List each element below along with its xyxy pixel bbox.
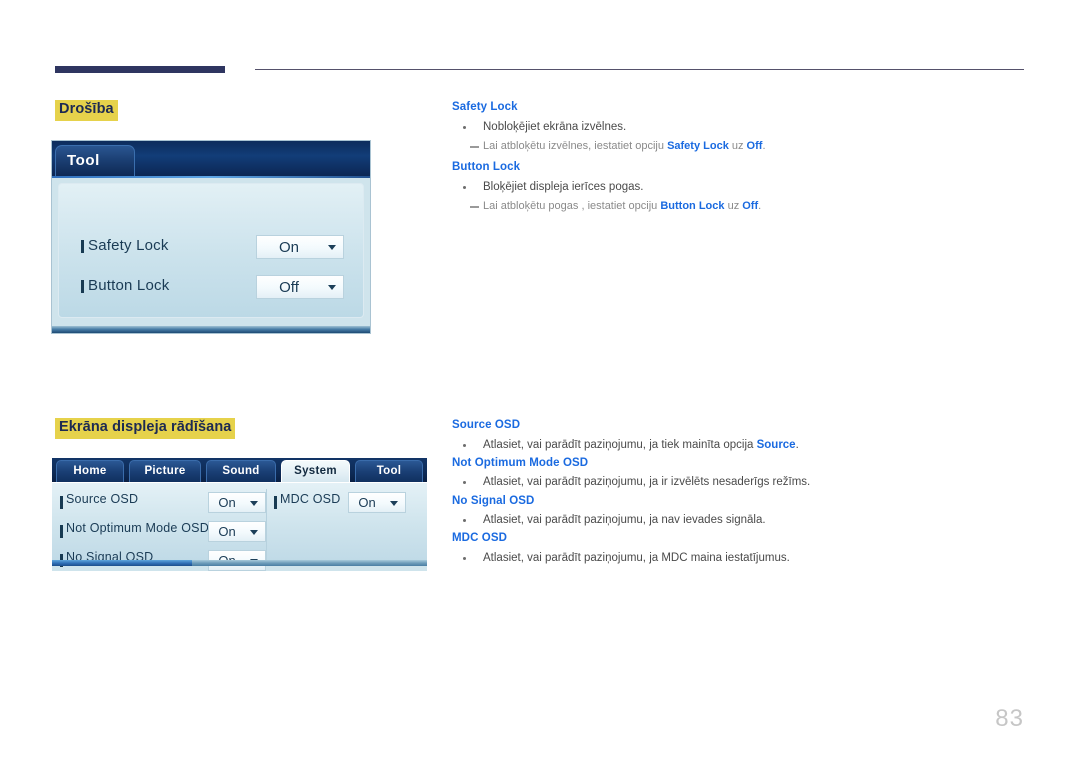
osd-system-footer (52, 560, 427, 566)
desc-note-safety-lock: Lai atbloķētu izvēlnes, iestatiet opciju… (452, 138, 1012, 155)
osd-row-mdc-osd: MDC OSD On (52, 491, 427, 521)
page-number: 83 (995, 705, 1024, 732)
desc-bullet-not-optimum-mode-osd: Atlasiet, vai parādīt paziņojumu, ja ir … (452, 474, 1012, 491)
osd-scrollbar[interactable] (52, 560, 192, 566)
desc-bullet-no-signal-osd: Atlasiet, vai parādīt paziņojumu, ja nav… (452, 512, 1012, 529)
osd-row-label: Not Optimum Mode OSD (66, 521, 209, 535)
osd-tab-label: Home (73, 465, 107, 477)
osd-row-button-lock: Button Lock Off (59, 274, 363, 304)
desc-bullet-safety-lock: Nobloķējiet ekrāna izvēlnes. (452, 119, 1012, 136)
chevron-down-icon (250, 530, 258, 535)
chevron-down-icon (390, 501, 398, 506)
osd-system-body: Source OSD On Not Optimum Mode OSD On No… (52, 482, 427, 571)
osd-tab-home[interactable]: Home (56, 460, 124, 482)
row-marker-icon (81, 280, 84, 293)
osd-select-value: On (358, 495, 376, 510)
osd-select-mdc-osd[interactable]: On (348, 492, 406, 513)
desc-title-not-optimum-mode-osd: Not Optimum Mode OSD (452, 456, 589, 469)
desc-bullet-term: Source (756, 438, 796, 451)
osd-tab-system[interactable]: System (281, 460, 350, 482)
desc-bullet-mdc-osd: Atlasiet, vai parādīt paziņojumu, ja MDC… (452, 550, 1012, 567)
desc-note-mid: uz (728, 139, 747, 152)
osd-system-tabbar: Home Picture Sound System Tool (52, 458, 427, 482)
section-heading-security: Drošība (55, 100, 118, 121)
desc-note-term: Button Lock (660, 200, 725, 213)
osd-tool-body: Safety Lock On Button Lock Off (58, 183, 364, 318)
row-marker-icon (60, 525, 63, 538)
desc-bullet-button-lock: Bloķējiet displeja ierīces pogas. (452, 179, 1012, 196)
desc-note-button-lock: Lai atbloķētu pogas , iestatiet opciju B… (452, 198, 1012, 215)
row-marker-icon (274, 496, 277, 509)
desc-note-post: . (758, 200, 762, 213)
osd-select-not-optimum-mode-osd[interactable]: On (208, 521, 266, 542)
osd-tab-label: Sound (222, 465, 260, 477)
osd-tool-footer (52, 326, 370, 333)
desc-note-mid: uz (724, 200, 743, 213)
osd-tab-label: Tool (376, 465, 402, 477)
desc-note-text: Lai atbloķētu izvēlnes, iestatiet opciju (483, 139, 668, 152)
header-rule-thin (255, 69, 1024, 70)
desc-bullet-source-osd: Atlasiet, vai parādīt paziņojumu, ja tie… (452, 437, 1012, 454)
section-heading-osd-display: Ekrāna displeja rādīšana (55, 418, 236, 439)
desc-title-button-lock: Button Lock (452, 161, 521, 174)
osd-row-not-optimum-mode-osd: Not Optimum Mode OSD On (52, 520, 427, 550)
desc-note-text: Lai atbloķētu pogas , iestatiet opciju (483, 200, 661, 213)
osd-select-value: On (218, 524, 236, 539)
desc-note-value: Off (746, 139, 763, 152)
osd-select-value: On (278, 239, 299, 256)
desc-title-mdc-osd: MDC OSD (452, 532, 508, 545)
osd-row-label: Button Lock (88, 277, 170, 294)
desc-title-no-signal-osd: No Signal OSD (452, 494, 535, 507)
header-rule-thick (55, 66, 225, 73)
osd-tab-label: Picture (144, 465, 186, 477)
osd-tab-label: System (294, 465, 337, 477)
osd-tab-tool[interactable]: Tool (355, 460, 423, 482)
desc-note-post: . (762, 139, 766, 152)
osd-row-label: MDC OSD (280, 492, 341, 506)
chevron-down-icon (328, 245, 336, 250)
osd-tab-tool-label: Tool (67, 152, 100, 169)
desc-bullet-text: Atlasiet, vai parādīt paziņojumu, ja tie… (483, 438, 757, 451)
osd-select-safety-lock[interactable]: On (256, 235, 344, 259)
osd-select-value: Off (279, 279, 299, 296)
desc-title-source-osd: Source OSD (452, 419, 521, 431)
osd-tool-titlebar: Tool (52, 141, 370, 178)
chevron-down-icon (328, 285, 336, 290)
osd-tab-tool[interactable]: Tool (55, 145, 135, 177)
desc-note-term: Safety Lock (667, 139, 729, 152)
osd-row-safety-lock: Safety Lock On (59, 234, 363, 264)
osd-system-panel: Home Picture Sound System Tool Source OS… (52, 458, 427, 571)
desc-bullet-post: . (795, 438, 799, 451)
osd-row-label: Safety Lock (88, 237, 169, 254)
row-marker-icon (81, 240, 84, 253)
desc-title-safety-lock: Safety Lock (452, 101, 518, 113)
desc-note-value: Off (742, 200, 759, 213)
description-block-security: Safety Lock Nobloķējiet ekrāna izvēlnes.… (452, 100, 1012, 221)
osd-tab-picture[interactable]: Picture (129, 460, 201, 482)
description-block-osd-display: Source OSD Atlasiet, vai parādīt paziņoj… (452, 418, 1012, 569)
osd-select-button-lock[interactable]: Off (256, 275, 344, 299)
osd-tool-panel: Tool Safety Lock On Button Lock Off (52, 141, 370, 333)
osd-tab-sound[interactable]: Sound (206, 460, 276, 482)
